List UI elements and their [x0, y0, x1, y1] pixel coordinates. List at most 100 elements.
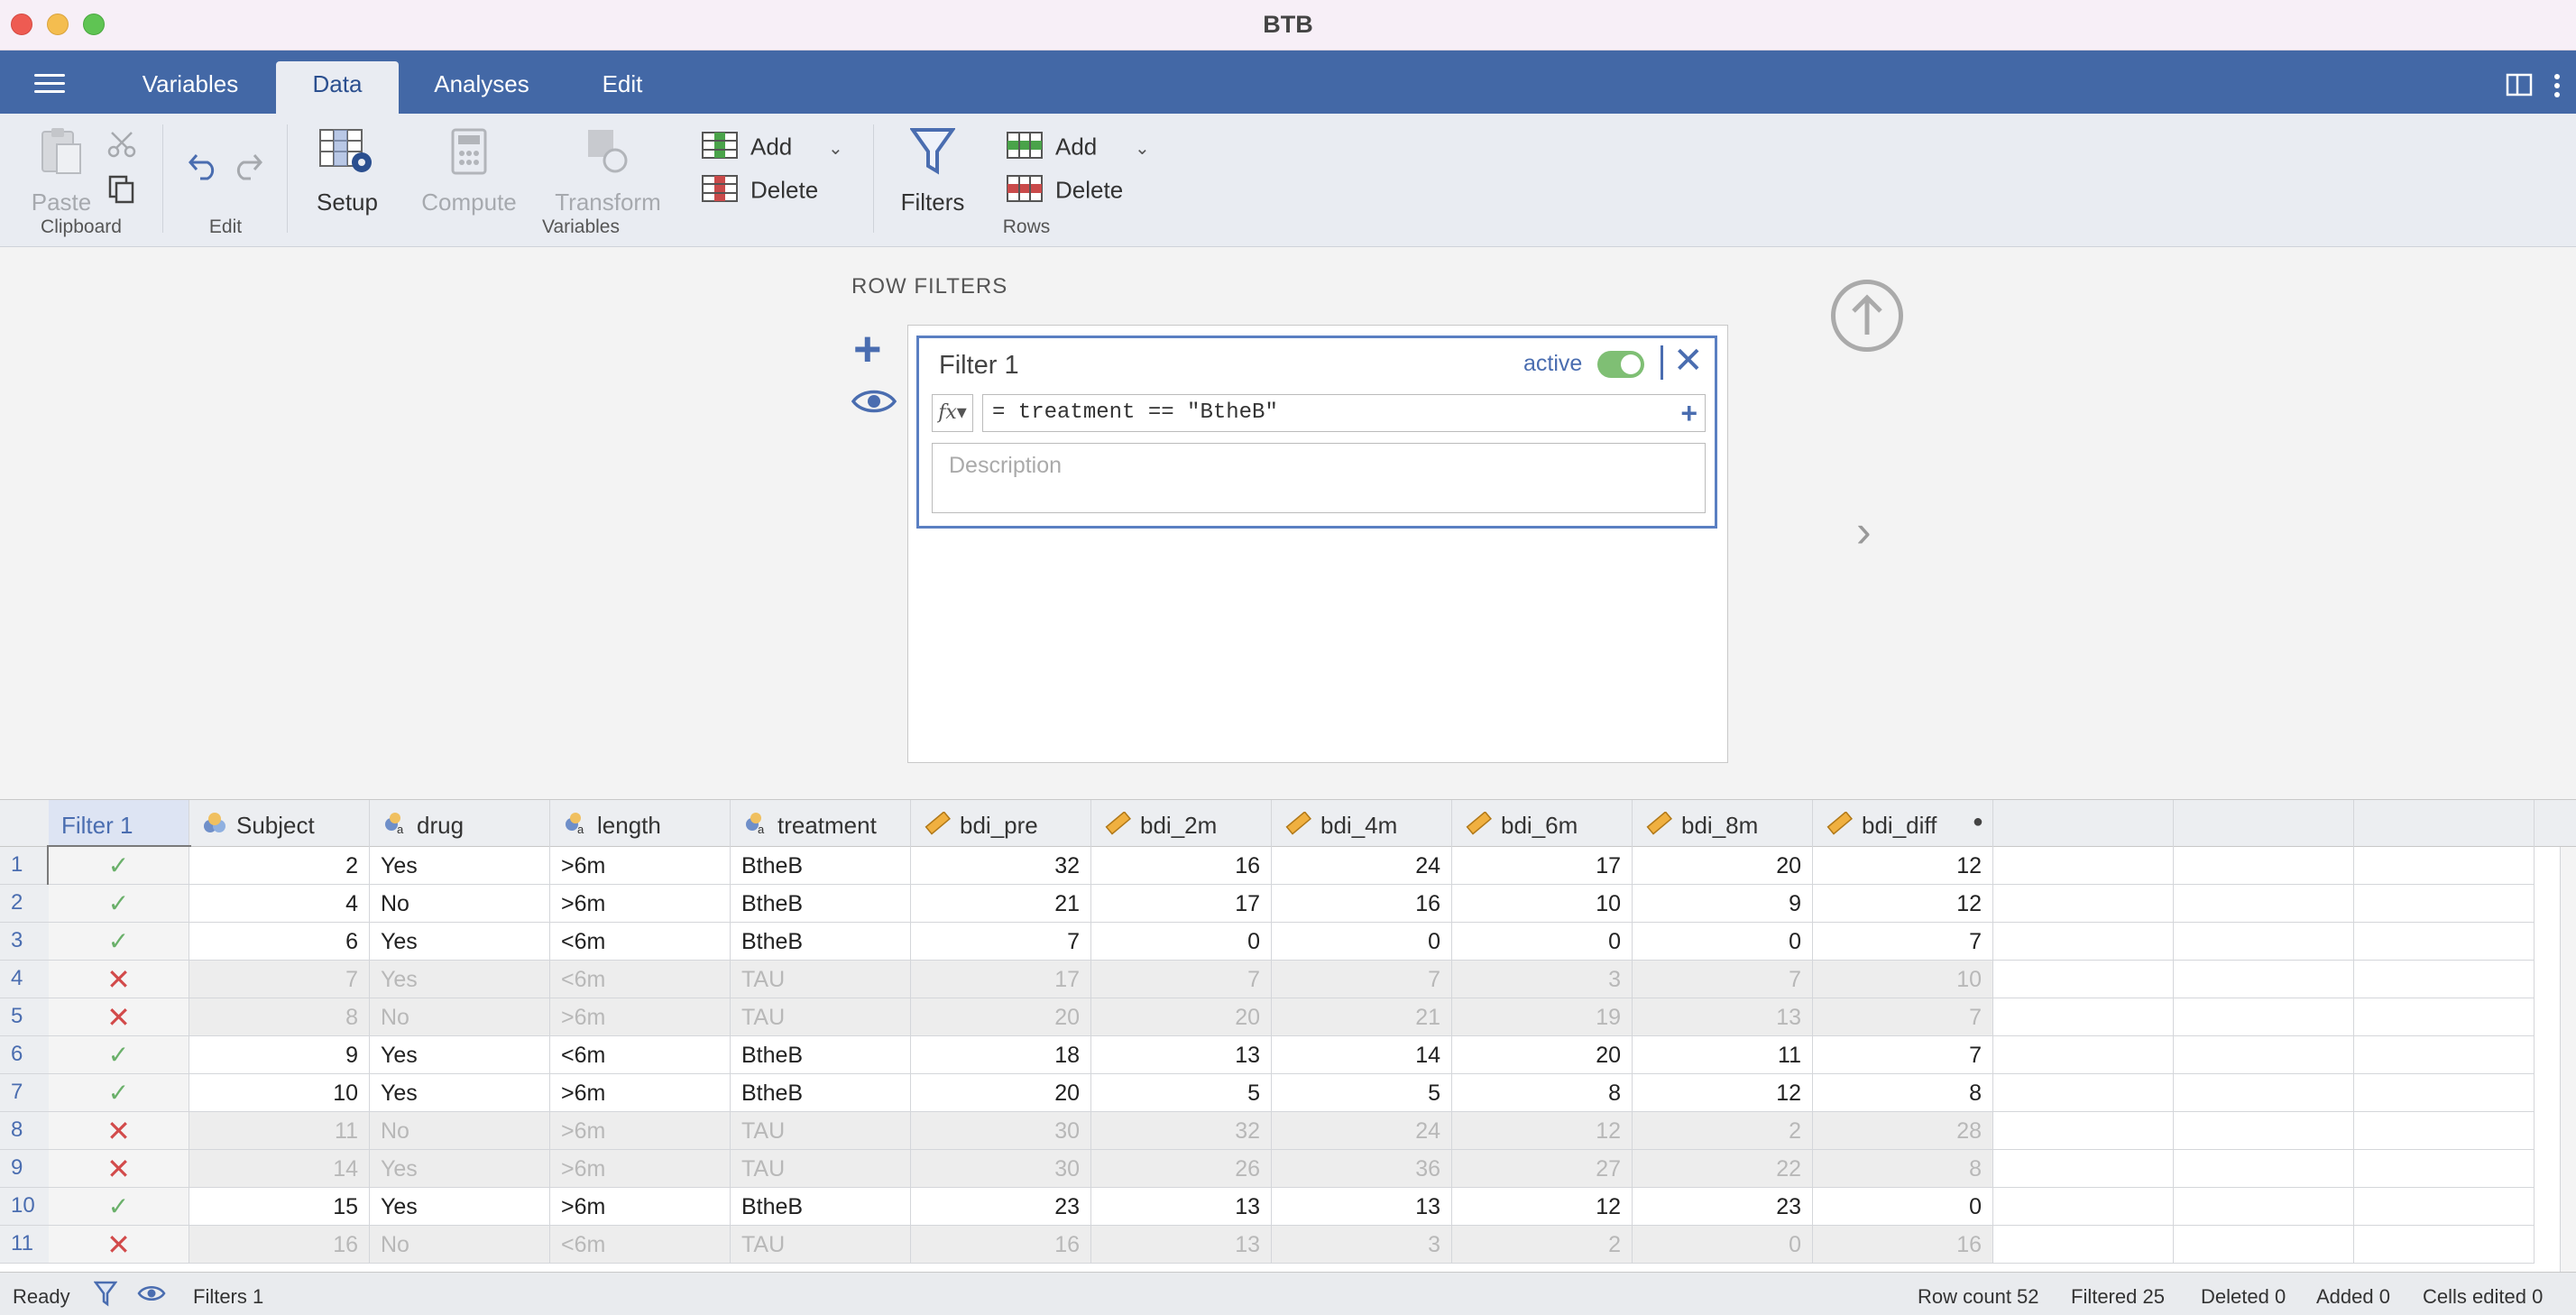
table-cell-empty[interactable] [2354, 1226, 2535, 1264]
table-cell-empty[interactable] [2354, 923, 2535, 961]
table-cell[interactable]: 10 [1452, 885, 1633, 923]
cut-icon[interactable] [106, 130, 137, 163]
vertical-scrollbar[interactable] [2560, 847, 2576, 1273]
table-cell-empty[interactable] [2174, 1074, 2354, 1112]
table-cell[interactable]: TAU [731, 1150, 911, 1188]
table-cell[interactable]: 30 [911, 1112, 1091, 1150]
table-cell[interactable]: >6m [550, 1074, 731, 1112]
table-cell-empty[interactable] [1993, 1036, 2174, 1074]
status-eye-icon[interactable] [137, 1283, 166, 1309]
delete-variable-button[interactable]: Delete [702, 175, 818, 208]
table-cell-empty[interactable] [2354, 1036, 2535, 1074]
table-cell[interactable]: 0 [1272, 923, 1452, 961]
filter-pass-check-icon[interactable]: ✓ [49, 1074, 189, 1112]
filter-pass-check-icon[interactable]: ✓ [49, 885, 189, 923]
table-cell[interactable]: BtheB [731, 923, 911, 961]
table-cell[interactable]: No [370, 998, 550, 1036]
table-cell[interactable]: 0 [1452, 923, 1633, 961]
table-cell[interactable]: 16 [189, 1226, 370, 1264]
table-cell[interactable]: 14 [189, 1150, 370, 1188]
more-options-icon[interactable] [2553, 72, 2562, 106]
table-cell[interactable]: 5 [1091, 1074, 1272, 1112]
tab-data[interactable]: Data [276, 61, 399, 114]
undo-icon[interactable] [188, 148, 220, 185]
table-cell[interactable]: 32 [1091, 1112, 1272, 1150]
table-cell[interactable]: 14 [1272, 1036, 1452, 1074]
show-filter-eye-icon[interactable] [851, 386, 897, 421]
filter-pass-check-icon[interactable]: ✓ [47, 845, 191, 887]
row-number[interactable]: 8 [0, 1112, 49, 1150]
table-cell-empty[interactable] [1993, 847, 2174, 885]
table-cell[interactable]: Yes [370, 1150, 550, 1188]
filter-description-input[interactable]: Description [932, 443, 1706, 513]
column-header-bdi-diff[interactable]: bdi_diff ● [1813, 800, 1993, 847]
table-cell[interactable]: 20 [1633, 847, 1813, 885]
table-cell-empty[interactable] [2174, 923, 2354, 961]
add-row-dropdown-icon[interactable]: ⌄ [1135, 137, 1150, 160]
table-cell[interactable]: 2 [1633, 1112, 1813, 1150]
tab-edit[interactable]: Edit [574, 61, 671, 114]
table-cell-empty[interactable] [2354, 998, 2535, 1036]
table-cell[interactable]: 13 [1633, 998, 1813, 1036]
filters-button[interactable]: Filters [897, 126, 969, 216]
filter-fail-cross-icon[interactable]: ✕ [49, 1226, 189, 1264]
table-cell[interactable]: 15 [189, 1188, 370, 1226]
table-cell[interactable]: 24 [1272, 847, 1452, 885]
table-cell[interactable]: 8 [189, 998, 370, 1036]
table-cell[interactable]: 16 [1813, 1226, 1993, 1264]
row-number[interactable]: 2 [0, 885, 49, 923]
column-header-bdi-pre[interactable]: bdi_pre [911, 800, 1091, 847]
column-header-length[interactable]: a length [550, 800, 731, 847]
column-header-bdi-4m[interactable]: bdi_4m [1272, 800, 1452, 847]
table-cell[interactable]: BtheB [731, 847, 911, 885]
function-fx-icon[interactable]: fx▾ [932, 394, 973, 432]
table-cell[interactable]: >6m [550, 1112, 731, 1150]
column-header-bdi-8m[interactable]: bdi_8m [1633, 800, 1813, 847]
table-cell-empty[interactable] [1993, 923, 2174, 961]
table-cell[interactable]: TAU [731, 998, 911, 1036]
column-header-treatment[interactable]: a treatment [731, 800, 911, 847]
table-cell[interactable]: 24 [1272, 1112, 1452, 1150]
table-cell[interactable]: 0 [1091, 923, 1272, 961]
delete-row-button[interactable]: Delete [1007, 175, 1123, 208]
row-number[interactable]: 1 [0, 847, 49, 885]
table-cell-empty[interactable] [2354, 1112, 2535, 1150]
table-cell[interactable]: 20 [1091, 998, 1272, 1036]
table-cell[interactable]: <6m [550, 961, 731, 998]
table-cell[interactable]: BtheB [731, 1036, 911, 1074]
table-cell[interactable]: 10 [1813, 961, 1993, 998]
table-cell[interactable]: 2 [189, 847, 370, 885]
table-cell-empty[interactable] [1993, 961, 2174, 998]
column-header-bdi-6m[interactable]: bdi_6m [1452, 800, 1633, 847]
table-cell[interactable]: No [370, 1112, 550, 1150]
table-cell[interactable]: Yes [370, 1188, 550, 1226]
table-cell[interactable]: 7 [189, 961, 370, 998]
column-header-empty[interactable] [2174, 800, 2354, 847]
table-cell[interactable]: 12 [1633, 1074, 1813, 1112]
column-header-drug[interactable]: a drug [370, 800, 550, 847]
table-cell-empty[interactable] [2174, 1150, 2354, 1188]
table-cell[interactable]: 20 [911, 998, 1091, 1036]
column-header-empty[interactable] [2354, 800, 2535, 847]
table-cell-empty[interactable] [2174, 847, 2354, 885]
row-number[interactable]: 11 [0, 1226, 49, 1264]
status-filter-funnel-icon[interactable] [93, 1280, 118, 1312]
table-cell-empty[interactable] [2354, 847, 2535, 885]
table-cell[interactable]: 0 [1633, 923, 1813, 961]
table-cell[interactable]: >6m [550, 1150, 731, 1188]
table-cell[interactable]: 8 [1813, 1150, 1993, 1188]
table-cell[interactable]: 9 [1633, 885, 1813, 923]
table-cell[interactable]: 19 [1452, 998, 1633, 1036]
split-view-icon[interactable] [2506, 72, 2533, 104]
filter-fail-cross-icon[interactable]: ✕ [49, 998, 189, 1036]
table-cell[interactable]: TAU [731, 1112, 911, 1150]
table-cell[interactable]: 21 [1272, 998, 1452, 1036]
table-cell[interactable]: Yes [370, 1074, 550, 1112]
add-row-button[interactable]: Add [1007, 132, 1097, 165]
filter-pass-check-icon[interactable]: ✓ [49, 1188, 189, 1226]
table-cell[interactable]: 16 [911, 1226, 1091, 1264]
table-cell[interactable]: <6m [550, 923, 731, 961]
table-cell[interactable]: 7 [1633, 961, 1813, 998]
table-cell[interactable]: 6 [189, 923, 370, 961]
table-cell[interactable]: >6m [550, 998, 731, 1036]
